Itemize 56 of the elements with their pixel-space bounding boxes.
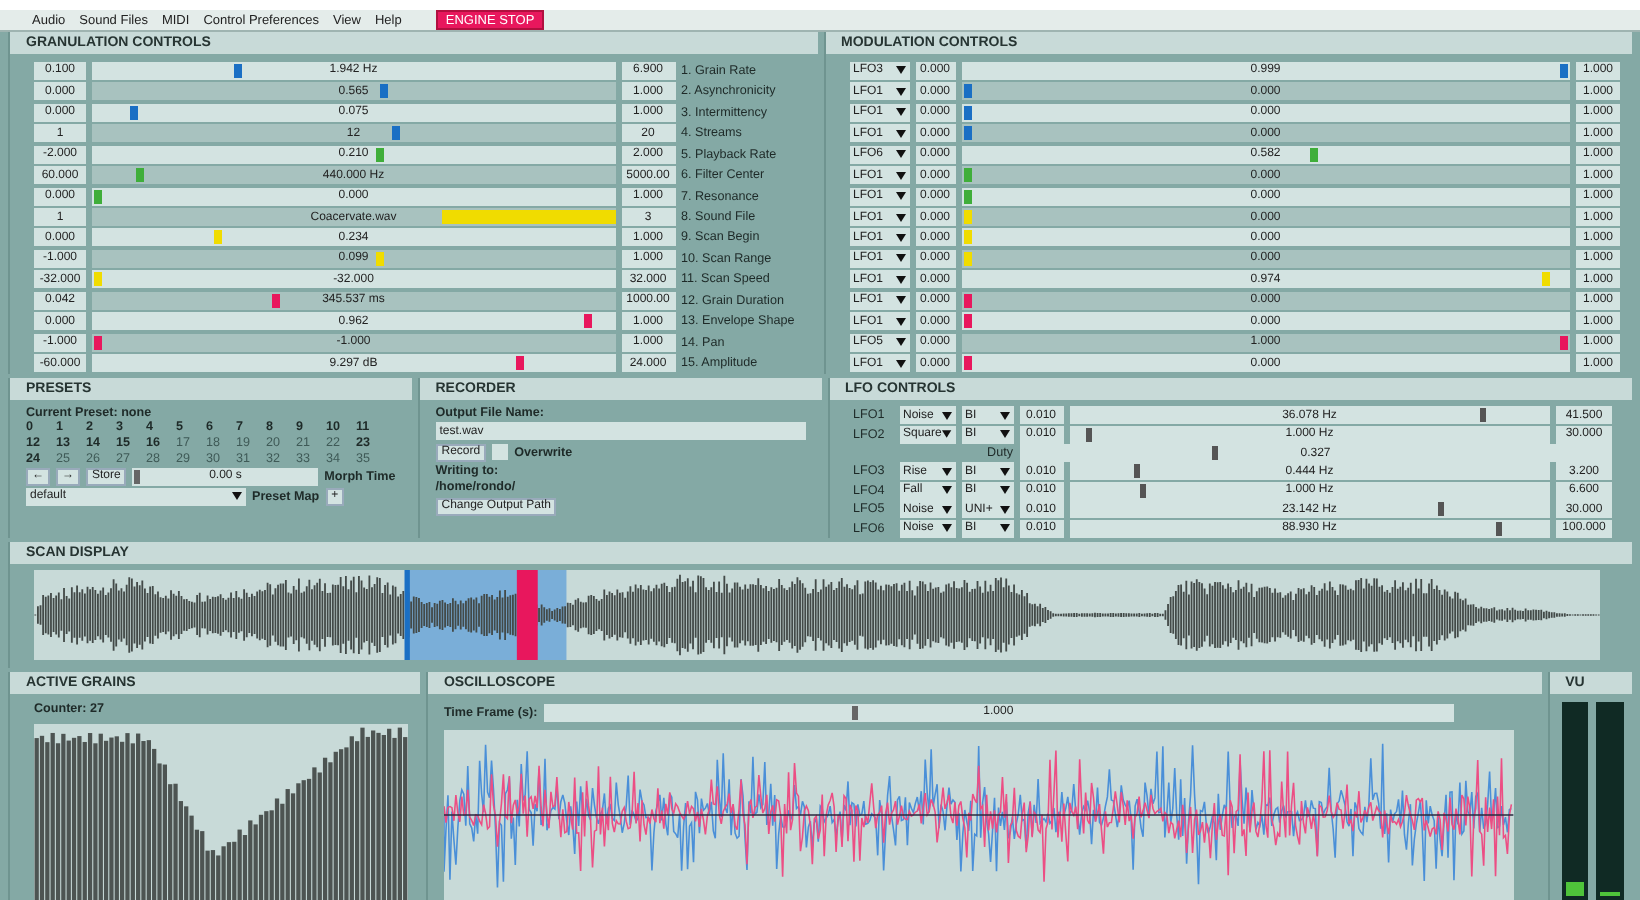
slider-thumb[interactable] <box>135 168 144 183</box>
slider-thumb[interactable] <box>234 63 243 78</box>
slider-thumb[interactable] <box>963 251 972 266</box>
caret-icon <box>895 213 905 222</box>
slider-thumb[interactable] <box>93 272 102 287</box>
slider-thumb[interactable] <box>963 189 972 204</box>
slider-thumb[interactable] <box>963 126 972 141</box>
caret-icon <box>895 338 905 347</box>
slider-thumb[interactable] <box>1480 408 1487 423</box>
slider-thumb[interactable] <box>375 147 384 162</box>
slider-thumb[interactable] <box>380 84 389 99</box>
slider-thumb[interactable] <box>963 314 972 329</box>
slider-thumb[interactable] <box>93 335 102 350</box>
slider-thumb[interactable] <box>1310 147 1319 162</box>
slider-thumb[interactable] <box>963 293 972 308</box>
caret-icon <box>895 129 905 138</box>
overwrite-checkbox[interactable] <box>492 444 509 460</box>
caret-icon <box>895 171 905 180</box>
caret-icon <box>895 359 905 368</box>
slider-thumb[interactable] <box>1437 502 1444 517</box>
slider-thumb[interactable] <box>391 126 400 141</box>
slider-thumb[interactable] <box>516 356 525 371</box>
slider-thumb[interactable] <box>213 230 222 245</box>
slider-thumb[interactable] <box>963 105 972 120</box>
slider-thumb[interactable] <box>129 105 138 120</box>
slider-thumb[interactable] <box>1495 521 1502 536</box>
waveform-drawing[interactable] <box>34 570 1600 660</box>
slider-thumb[interactable] <box>1559 63 1568 78</box>
slider-thumb[interactable] <box>1086 427 1093 442</box>
slider-thumb[interactable] <box>963 168 972 183</box>
slider-thumb[interactable] <box>852 705 859 719</box>
slider-thumb[interactable] <box>963 230 972 245</box>
caret-icon <box>232 492 242 500</box>
slider-thumb[interactable] <box>1212 446 1219 461</box>
caret-icon <box>895 296 905 305</box>
slider-thumb[interactable] <box>271 293 280 308</box>
caret-icon <box>895 233 905 242</box>
caret-icon <box>895 254 905 263</box>
slider-thumb[interactable] <box>1134 464 1141 479</box>
caret-icon <box>895 150 905 159</box>
slider-thumb[interactable] <box>1541 272 1550 287</box>
slider-thumb[interactable] <box>963 84 972 99</box>
slider-thumb[interactable] <box>963 210 972 225</box>
caret-icon <box>895 275 905 284</box>
slider-thumb[interactable] <box>1139 483 1146 498</box>
caret-icon <box>895 87 905 96</box>
slider-thumb[interactable] <box>1559 335 1568 350</box>
caret-icon <box>895 317 905 326</box>
caret-icon <box>895 66 905 75</box>
slider-thumb[interactable] <box>93 189 102 204</box>
caret-icon <box>895 108 905 117</box>
slider-thumb[interactable] <box>963 356 972 371</box>
slider-thumb[interactable] <box>584 314 593 329</box>
slider-thumb[interactable] <box>375 251 384 266</box>
caret-icon <box>895 192 905 201</box>
slider-thumb[interactable] <box>134 469 141 483</box>
